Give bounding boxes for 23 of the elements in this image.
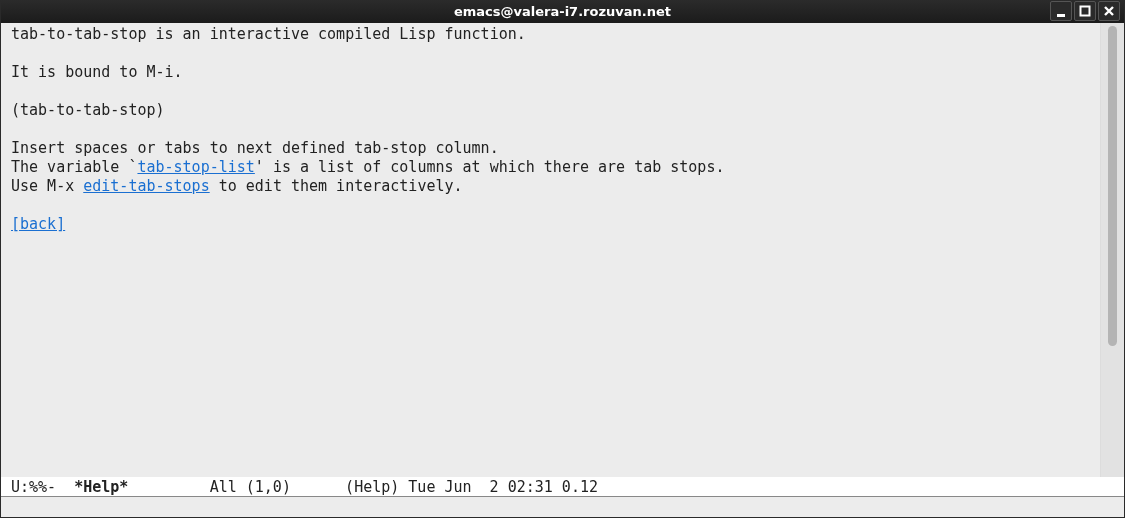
help-link[interactable]: edit-tab-stops: [83, 177, 210, 195]
mode-line-text: (Help) Tue Jun 2 02:31 0.12: [345, 477, 598, 496]
help-link[interactable]: tab-stop-list: [137, 158, 255, 176]
mode-line-text: U:%%-: [11, 477, 58, 496]
help-text: tab-to-tab-stop is an interactive compiled Lisp function.: [11, 25, 526, 43]
minimize-button[interactable]: [1050, 1, 1072, 21]
mode-line-text: *Help*: [74, 477, 130, 496]
mode-line-text: All (1,0): [209, 477, 292, 496]
help-text: Insert spaces or tabs to next defined tab-stop column.: [11, 139, 499, 157]
minimize-icon: [1057, 13, 1065, 17]
help-text: (tab-to-tab-stop): [11, 101, 165, 119]
scrollbar-thumb[interactable]: [1108, 26, 1117, 346]
maximize-icon: [1079, 5, 1091, 17]
help-text: to edit them interactively.: [217, 177, 463, 195]
maximize-button[interactable]: [1074, 1, 1096, 21]
close-icon: [1103, 5, 1115, 17]
close-button[interactable]: [1098, 1, 1120, 21]
help-text: The variable `: [11, 158, 138, 176]
help-link[interactable]: [back]: [11, 215, 66, 233]
help-text: ' is a list of columns at which there are tab stops.: [254, 158, 725, 176]
help-text: It is bound to M-i.: [11, 63, 183, 81]
window-title: emacs@valera-i7.rozuvan.net: [454, 4, 671, 19]
help-text: Use M-x: [11, 177, 76, 195]
